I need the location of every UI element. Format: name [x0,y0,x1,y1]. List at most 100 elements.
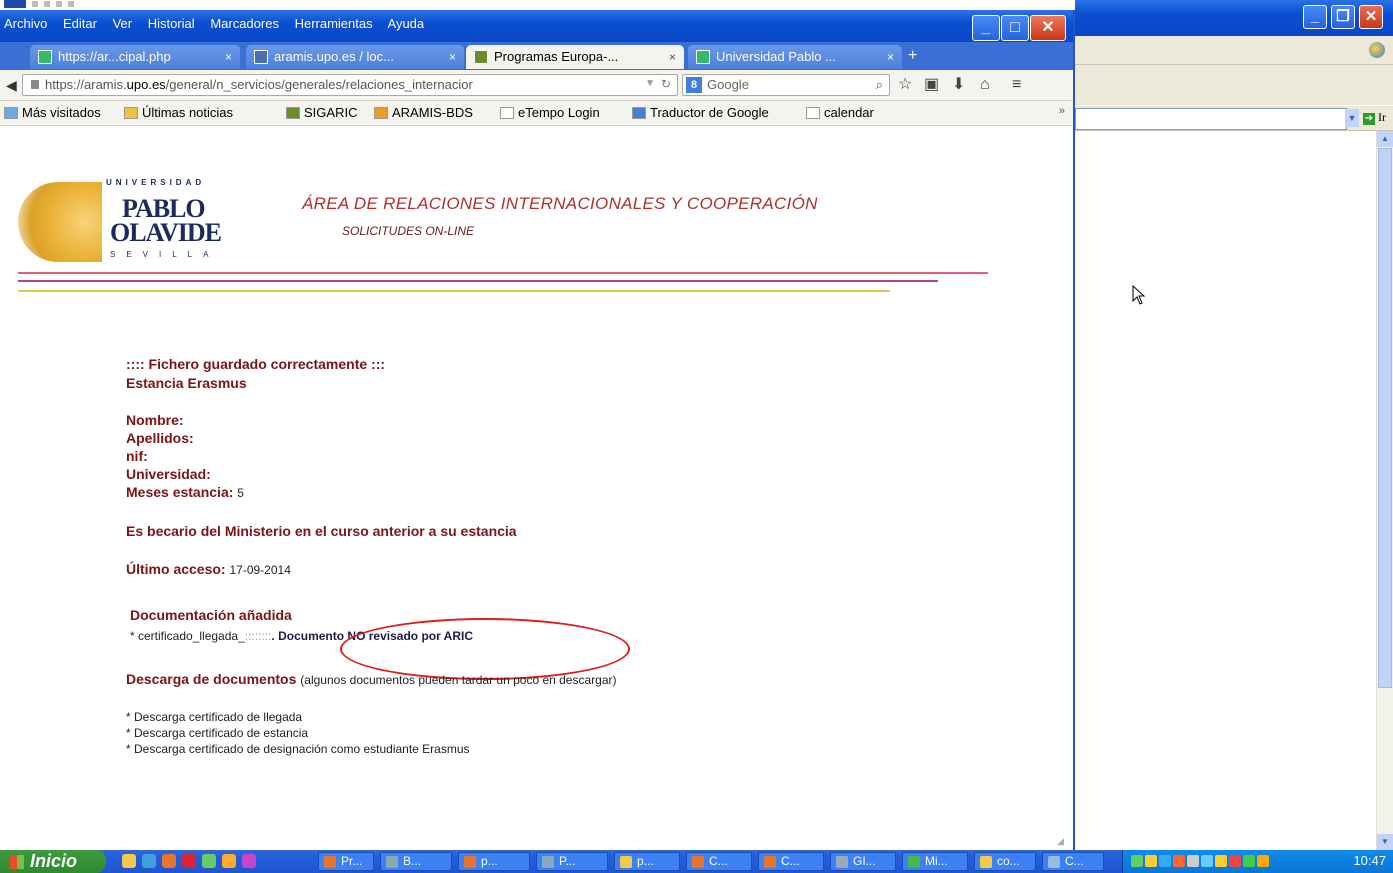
tab-aramis[interactable]: aramis.upo.es / loc... × [246,45,464,69]
taskbar-item[interactable]: C... [686,852,752,871]
bookmark-etempo-login[interactable]: eTempo Login [500,105,600,120]
folder-icon[interactable] [122,854,136,868]
taskbar-item[interactable]: co... [974,852,1036,871]
taskbar-item[interactable]: B... [380,852,452,871]
menu-historial[interactable]: Historial [148,16,195,31]
firefox-icon [324,856,336,868]
menu-editar[interactable]: Editar [63,16,97,31]
google-engine-icon[interactable]: 8 [686,77,702,93]
tray-app-icon[interactable] [1243,855,1255,867]
bookmark-traductor[interactable]: Traductor de Google [632,105,769,120]
home-icon[interactable]: ⌂ [980,76,990,94]
page-favicon-icon [474,50,488,64]
bookmarks-menu-icon[interactable]: ▣ [924,76,939,94]
divider-pink [18,272,988,274]
bookmark-mas-visitados[interactable]: Más visitados [4,105,101,120]
app-icon[interactable] [202,854,216,868]
maximize-button[interactable]: □ [1001,15,1029,41]
tray-app-icon[interactable] [1187,855,1199,867]
taskbar-item[interactable]: C... [1042,852,1104,871]
app-icon[interactable] [182,854,196,868]
bookmark-label: Últimas noticias [142,105,234,120]
divider-yellow [18,290,890,292]
new-tab-button[interactable]: + [908,45,917,67]
app-icon [386,856,398,868]
close-button[interactable]: ✕ [1359,5,1383,29]
scroll-up-icon[interactable]: ▲ [1377,131,1393,147]
app-icon[interactable] [222,854,236,868]
resize-grip-icon[interactable]: ◢ [1057,836,1067,846]
go-button[interactable]: ➔ Ir [1363,110,1386,125]
tab-close-icon[interactable]: × [669,45,676,69]
bookmark-ultimas-noticias[interactable]: Últimas noticias [124,105,233,120]
tab-close-icon[interactable]: × [449,45,456,69]
menu-ver[interactable]: Ver [113,16,133,31]
chevron-down-icon[interactable]: ▼ [645,78,655,89]
bookmarks-toolbar: Más visitados Últimas noticias SIGARIC A… [0,101,1073,126]
taskbar-item[interactable]: P... [536,852,608,871]
page-favicon-icon [254,50,268,64]
hamburger-menu-icon[interactable]: ≡ [1012,76,1021,94]
scroll-thumb[interactable] [1378,148,1392,688]
vertical-scrollbar[interactable]: ▲ ▼ [1376,131,1393,850]
rss-folder-icon [124,107,138,119]
document-link[interactable]: * certificado_llegada_ [130,629,245,643]
chevron-down-icon[interactable]: ▼ [1345,109,1359,127]
background-menubar [1075,36,1393,65]
tab-universidad-pablo[interactable]: Universidad Pablo ... × [688,45,902,69]
download-llegada-link[interactable]: * Descarga certificado de llegada [126,710,302,724]
bookmark-aramis-bds[interactable]: ARAMIS-BDS [374,105,473,120]
url-bar[interactable]: https://aramis.upo.es/general/n_servicio… [22,74,678,96]
downloads-icon[interactable]: ⬇ [952,76,965,94]
minimize-button[interactable]: _ [1303,5,1327,29]
navigation-bar: ◀ https://aramis.upo.es/general/n_servic… [0,70,1073,101]
tray-app-icon[interactable] [1173,855,1185,867]
tray-app-icon[interactable] [1159,855,1171,867]
ie-icon[interactable] [142,854,156,868]
download-estancia-link[interactable]: * Descarga certificado de estancia [126,726,308,740]
taskbar-item[interactable]: Mi... [902,852,968,871]
taskbar-item[interactable]: p... [458,852,530,871]
taskbar-item[interactable]: GI... [830,852,896,871]
scroll-down-icon[interactable]: ▼ [1377,834,1393,850]
search-icon[interactable]: ⌕ [876,77,883,93]
menu-marcadores[interactable]: Marcadores [210,16,279,31]
tab-close-icon[interactable]: × [887,45,894,69]
clock[interactable]: 10:47 [1353,853,1386,868]
security-icon[interactable] [1229,855,1241,867]
reload-icon[interactable]: ↻ [661,77,671,91]
start-button[interactable]: Inicio [0,850,106,873]
url-text[interactable]: https://aramis.upo.es/general/n_servicio… [45,77,645,92]
tab-close-icon[interactable]: × [225,45,232,69]
address-input[interactable] [1075,108,1347,130]
tray-app-icon[interactable] [1145,855,1157,867]
bookmark-label: Más visitados [22,105,101,120]
app-icon[interactable] [242,854,256,868]
tab-programas-europa[interactable]: Programas Europa-... × [466,45,684,69]
close-button[interactable]: ✕ [1030,15,1066,41]
restore-button[interactable]: ❐ [1331,5,1355,29]
taskbar-item[interactable]: Pr... [318,852,374,871]
menu-herramientas[interactable]: Herramientas [295,16,373,31]
bookmark-sigaric[interactable]: SIGARIC [286,105,357,120]
menu-bar: Archivo Editar Ver Historial Marcadores … [4,16,436,38]
taskbar-item[interactable]: C... [758,852,824,871]
volume-icon[interactable] [1257,855,1269,867]
firefox-icon[interactable] [162,854,176,868]
download-designacion-link[interactable]: * Descarga certificado de designación co… [126,742,470,756]
taskbar-item[interactable]: p... [614,852,680,871]
menu-ayuda[interactable]: Ayuda [388,16,425,31]
network-icon[interactable] [1131,855,1143,867]
tray-app-icon[interactable] [1215,855,1227,867]
tab-principal[interactable]: https://ar...cipal.php × [30,45,240,69]
search-bar[interactable]: 8 Google ⌕ [682,74,890,96]
tray-app-icon[interactable] [1201,855,1213,867]
minimize-button[interactable]: _ [972,15,1000,41]
bookmark-calendar[interactable]: calendar [806,105,874,120]
mail-icon [908,856,920,868]
bookmark-star-icon[interactable]: ☆ [898,76,912,94]
background-content [1075,131,1393,850]
bookmarks-overflow-icon[interactable]: » [1059,105,1065,117]
menu-archivo[interactable]: Archivo [4,16,47,31]
app-icon [836,856,848,868]
